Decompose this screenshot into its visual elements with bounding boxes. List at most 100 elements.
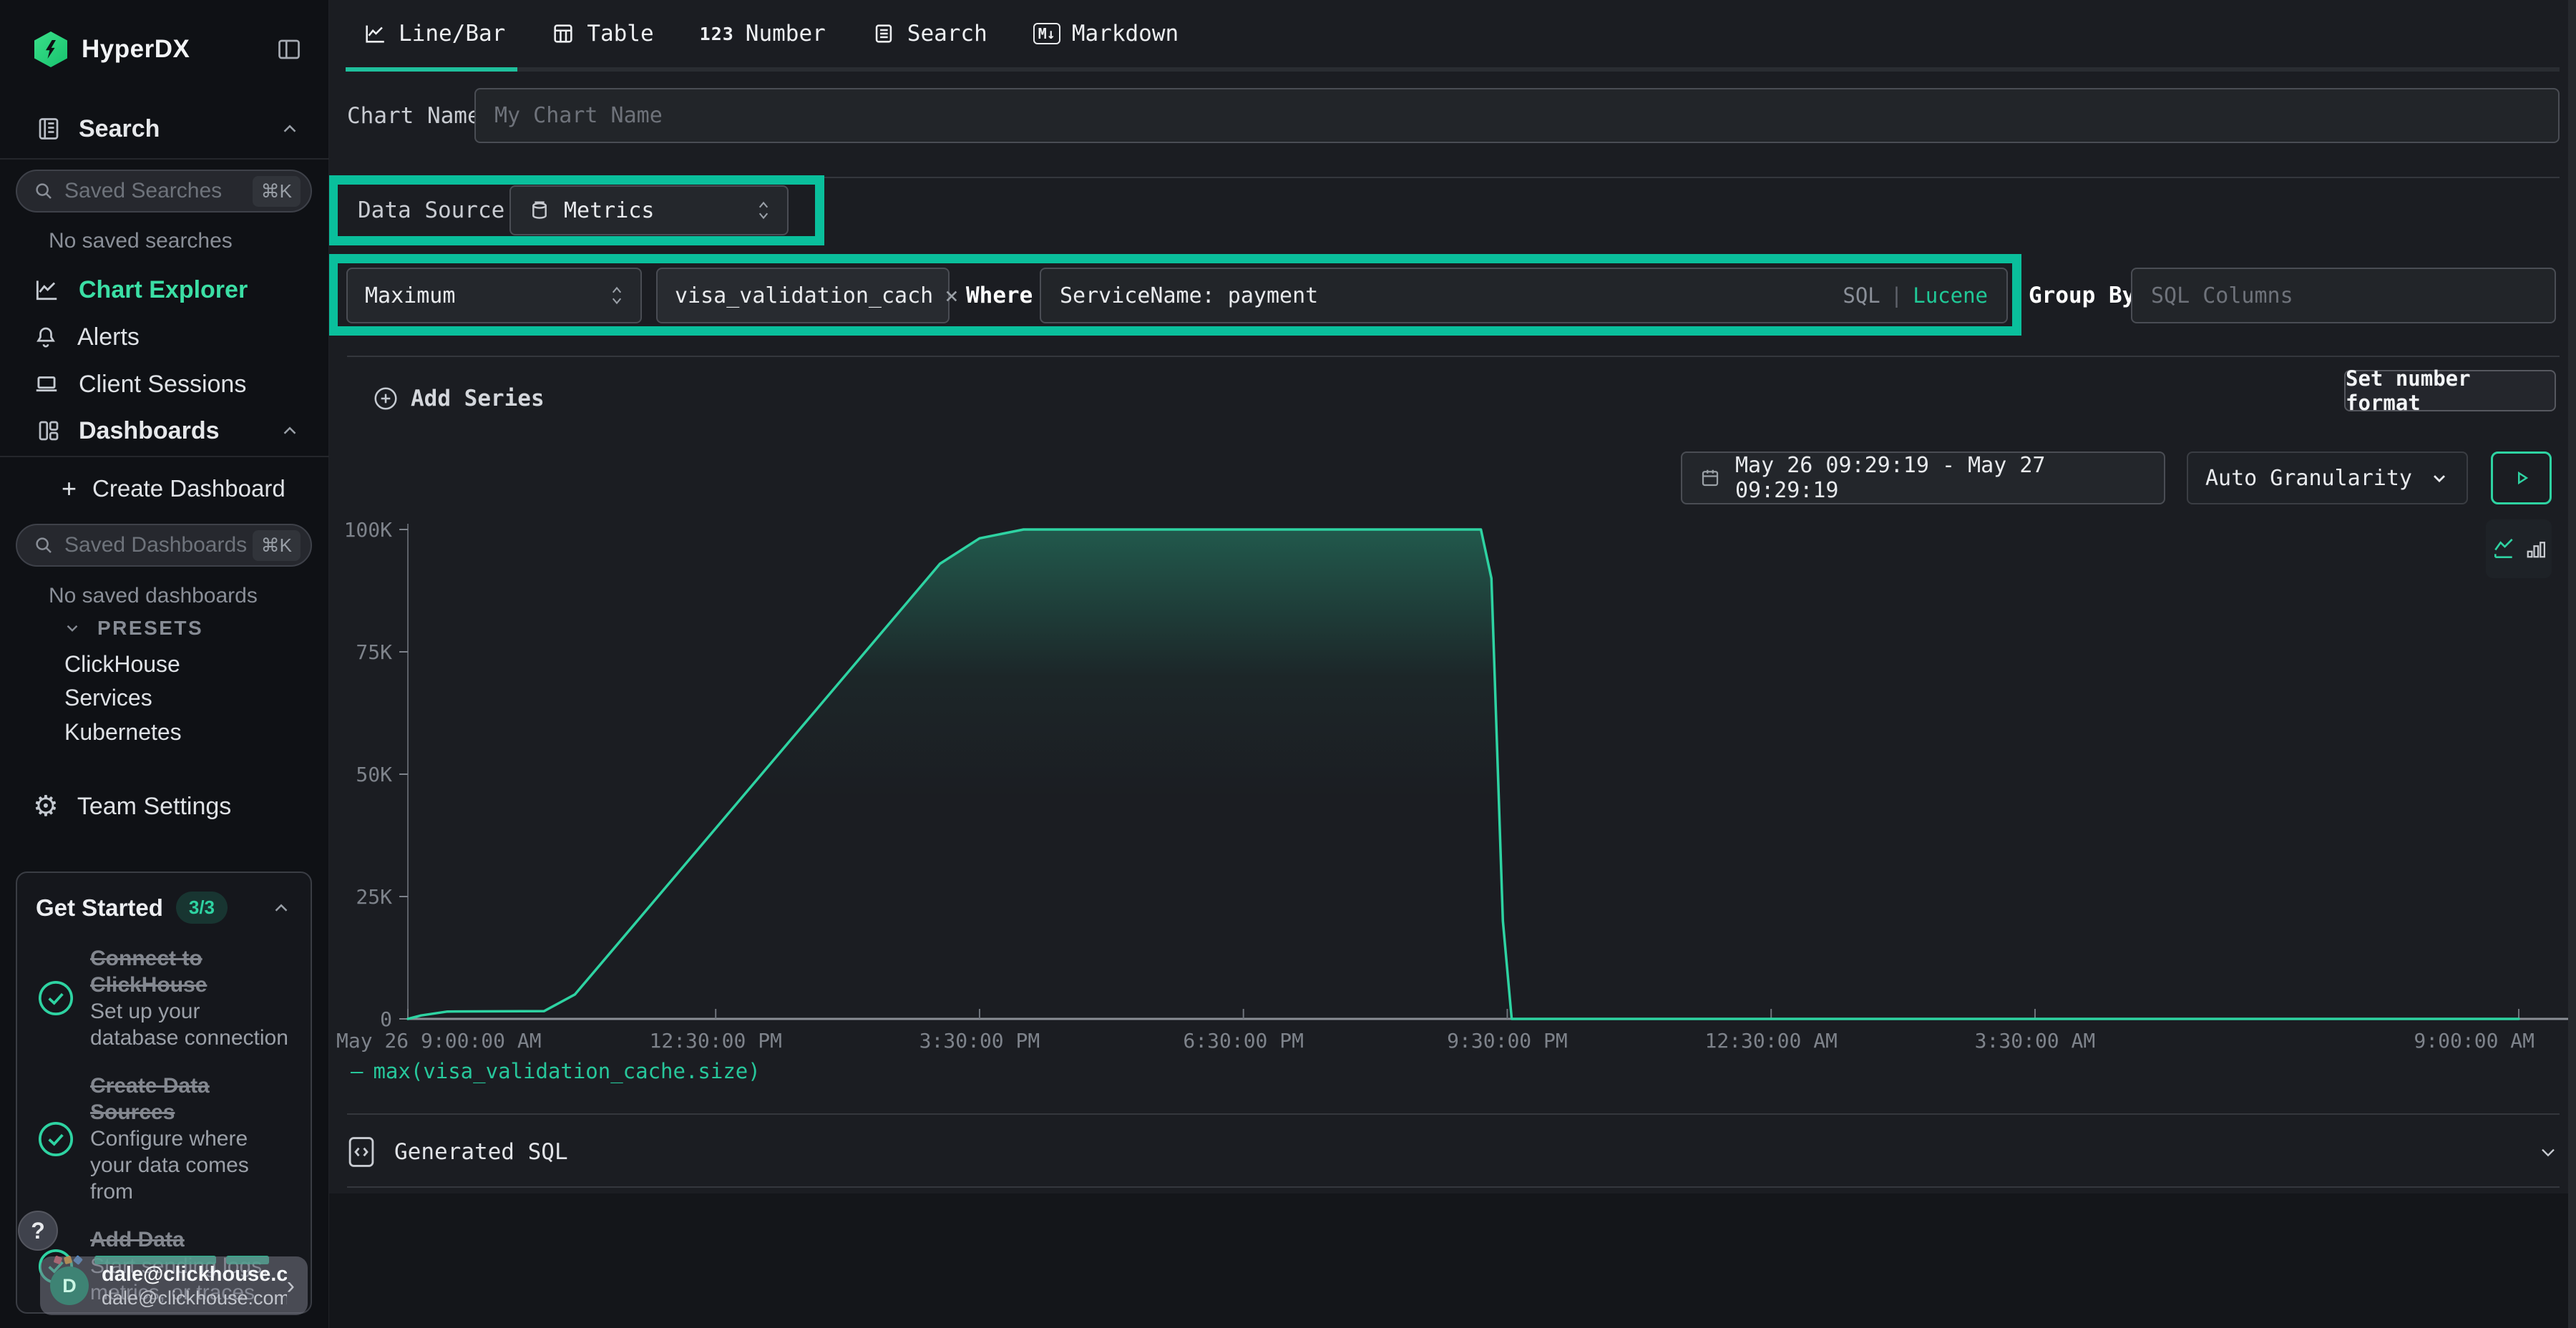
sidebar-divider [0,456,329,457]
check-circle-icon [36,1119,76,1159]
where-input[interactable]: ServiceName: payment SQL | Lucene [1040,268,2008,323]
active-tab-underline [346,67,517,72]
kbd-shortcut: ⌘K [253,176,301,207]
check-circle-icon [36,978,76,1018]
close-icon[interactable]: × [945,282,958,309]
svg-text:75K: 75K [356,640,392,664]
saved-searches-input[interactable]: Saved Searches ⌘K [16,170,312,213]
timeseries-chart[interactable]: 025K50K75K100KMay 26 9:00:00 AM12:30:00 … [329,512,2576,1077]
time-range-input[interactable]: May 26 09:29:19 - May 27 09:29:19 [1681,451,2165,504]
chevron-up-icon[interactable] [270,897,292,919]
sidebar-item-alerts[interactable]: Alerts [0,316,329,358]
tab-search[interactable]: Search [849,0,1010,67]
presets-label: PRESETS [97,617,203,640]
data-source-select[interactable]: Metrics [509,185,789,235]
divider [347,177,2560,178]
database-icon [528,199,551,222]
dashboards-label: Dashboards [79,417,220,445]
saved-dashboards-input[interactable]: Saved Dashboards ⌘K [16,524,312,567]
select-chevrons-icon [754,198,773,223]
get-started-header[interactable]: Get Started 3/3 [36,892,292,924]
svg-text:50K: 50K [356,763,392,786]
divider [347,356,2560,357]
lucene-mode-button[interactable]: Lucene [1913,283,1988,308]
query-language-switch: SQL | Lucene [1843,283,1988,308]
generated-sql-label: Generated SQL [394,1139,568,1165]
legend-dash: — [351,1059,363,1083]
divider [347,1113,2560,1115]
tab-markdown[interactable]: M↓ Markdown [1010,0,1201,67]
get-started-title: Get Started [36,894,163,922]
tab-line-bar[interactable]: Line/Bar [346,0,528,67]
tab-label: Search [907,21,987,47]
set-number-format-button[interactable]: Set number format [2344,370,2556,411]
generated-sql-toggle[interactable]: Generated SQL [347,1120,2560,1183]
preset-item-services[interactable]: Services [64,685,152,711]
chart-legend[interactable]: — max(visa_validation_cache.size) [351,1059,761,1083]
presets-toggle[interactable]: PRESETS [63,617,203,640]
svg-text:6:30:00 PM: 6:30:00 PM [1183,1029,1304,1053]
chart-explorer-label: Chart Explorer [79,276,248,304]
sidebar-item-chart-explorer[interactable]: Chart Explorer [0,269,329,311]
granularity-select[interactable]: Auto Granularity [2187,451,2468,504]
svg-text:100K: 100K [344,518,393,542]
checklist-subtitle: Set up your database connection [90,998,292,1051]
question-mark-icon: ? [31,1218,45,1244]
no-saved-searches-text: No saved searches [49,229,233,253]
sidebar-section-search[interactable]: Search [0,109,329,149]
chevron-up-icon[interactable] [279,118,301,140]
create-dashboard-button[interactable]: + Create Dashboard [0,468,329,509]
set-number-format-label: Set number format [2346,366,2555,415]
svg-text:0: 0 [380,1007,392,1031]
user-menu[interactable]: D dale@clickhouse.com dale@clickhouse.co… [40,1256,308,1315]
table-icon [551,21,575,46]
create-dashboard-label: Create Dashboard [92,475,286,502]
chart-name-placeholder: My Chart Name [494,103,663,128]
svg-text:25K: 25K [356,885,392,909]
chart-name-input[interactable]: My Chart Name [474,88,2560,143]
sidebar: HyperDX Search Saved Searches ⌘K No save… [0,0,329,1328]
chevron-up-icon[interactable] [279,420,301,441]
add-series-button[interactable]: Add Series [372,372,545,425]
sql-mode-button[interactable]: SQL [1843,283,1880,308]
number-123-icon: 123 [700,24,734,44]
checklist-item-connect[interactable]: Connect to ClickHouse Set up your databa… [36,945,292,1051]
app-title: HyperDX [82,35,190,64]
aggregation-value: Maximum [365,283,455,308]
tab-number[interactable]: 123 Number [677,0,849,67]
checklist-title: Connect to ClickHouse [90,945,292,998]
sidebar-section-dashboards[interactable]: Dashboards [0,411,329,451]
tab-label: Markdown [1072,21,1179,47]
sidebar-item-client-sessions[interactable]: Client Sessions [0,363,329,405]
tab-table[interactable]: Table [528,0,676,67]
aggregation-select[interactable]: Maximum [346,268,642,323]
visualization-tabbar: Line/Bar Table 123 Number Search M↓ Mark… [346,0,1201,67]
run-query-button[interactable] [2491,451,2552,504]
group-by-placeholder: SQL Columns [2151,283,2293,308]
preset-item-clickhouse[interactable]: ClickHouse [64,651,180,678]
group-by-input[interactable]: SQL Columns [2131,268,2556,323]
no-saved-dashboards-text: No saved dashboards [49,584,258,608]
saved-dashboards-placeholder: Saved Dashboards [64,533,253,557]
sidebar-item-team-settings[interactable]: ⚙ Team Settings [0,786,329,827]
sidebar-collapse-icon[interactable] [275,36,303,62]
metric-field-tag[interactable]: visa_validation_cach × [656,268,950,323]
chevron-down-icon [2429,468,2449,488]
tab-label: Line/Bar [399,21,505,47]
where-value: ServiceName: payment [1060,283,1318,308]
group-by-label: Group By [2029,268,2135,323]
svg-text:May 26 9:00:00 AM: May 26 9:00:00 AM [336,1029,542,1053]
granularity-value: Auto Granularity [2205,466,2412,491]
checklist-title: Create Data Sources [90,1073,292,1126]
select-chevrons-icon [608,283,626,308]
checklist-item-data-sources[interactable]: Create Data Sources Configure where your… [36,1073,292,1205]
preset-item-kubernetes[interactable]: Kubernetes [64,719,182,746]
chevron-down-icon[interactable] [2537,1141,2560,1163]
data-source-label: Data Source [358,185,504,235]
chart-line-icon [33,276,60,303]
help-button[interactable]: ? [18,1211,58,1251]
plus-circle-icon [372,385,399,412]
gear-icon: ⚙ [33,792,59,821]
separator: | [1890,283,1903,308]
scrollbar[interactable] [2568,0,2576,1328]
